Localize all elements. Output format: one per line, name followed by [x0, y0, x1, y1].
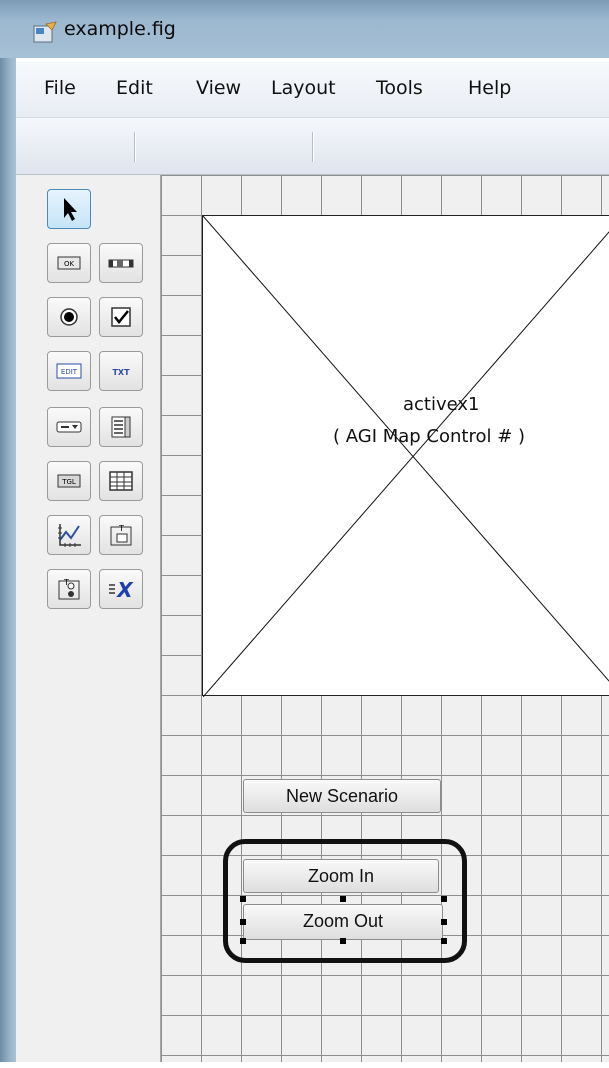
push-button-icon: OK: [57, 256, 81, 270]
menu-help[interactable]: Help: [468, 77, 511, 99]
axes-icon: [58, 524, 81, 547]
resize-handle[interactable]: [340, 896, 346, 902]
menu-edit[interactable]: Edit: [116, 77, 153, 99]
toggle-label: TGL: [61, 478, 76, 486]
tool-table[interactable]: [99, 461, 143, 501]
tool-checkbox[interactable]: [99, 297, 143, 337]
table-icon: [109, 471, 133, 491]
tool-listbox[interactable]: [99, 407, 143, 447]
window-title: example.fig: [64, 18, 176, 40]
activex-name-label: activex1: [403, 394, 480, 415]
menu-layout[interactable]: Layout: [271, 77, 336, 99]
radio-button-icon: [60, 308, 78, 326]
fig-file-icon: [33, 21, 57, 43]
new-scenario-button[interactable]: New Scenario: [243, 779, 441, 813]
panel-icon: T: [110, 524, 132, 546]
tool-edit-text[interactable]: EDIT: [47, 351, 91, 391]
layout-canvas[interactable]: activex1 ( AGI Map Control # ) New Scena…: [161, 175, 609, 1068]
tool-radio-button[interactable]: [47, 297, 91, 337]
resize-handle[interactable]: [340, 938, 346, 944]
window-left-border: [0, 58, 16, 1068]
tool-static-text[interactable]: TXT: [99, 351, 143, 391]
resize-handle[interactable]: [441, 919, 447, 925]
checkbox-icon: [111, 307, 131, 327]
tool-activex-control[interactable]: X: [99, 569, 143, 609]
activex-placeholder-cross: [203, 216, 609, 697]
activex-control-icon: X: [109, 578, 134, 602]
select-arrow-icon: [64, 198, 77, 221]
tool-select[interactable]: [47, 189, 91, 229]
toggle-button-icon: TGL: [57, 474, 81, 488]
edit-text-label: EDIT: [61, 368, 78, 376]
edit-text-icon: EDIT: [56, 363, 82, 379]
tool-slider[interactable]: [99, 243, 143, 283]
resize-handle[interactable]: [240, 919, 246, 925]
panel-t-label: T: [118, 524, 124, 533]
resize-handle[interactable]: [240, 938, 246, 944]
slider-icon: [108, 259, 134, 268]
listbox-icon: [111, 416, 131, 438]
menu-bar: File Edit View Layout Tools Help: [16, 62, 609, 118]
component-palette: OK EDIT TXT TGL T T X: [16, 175, 161, 1068]
static-text-label: TXT: [112, 368, 130, 377]
tool-push-button[interactable]: OK: [47, 243, 91, 283]
tool-button-group[interactable]: T: [47, 569, 91, 609]
menu-tools[interactable]: Tools: [376, 77, 423, 99]
toolbar-separator: [312, 132, 314, 162]
tool-panel[interactable]: T: [99, 515, 143, 555]
activex-x-label: X: [115, 578, 134, 602]
resize-handle[interactable]: [441, 938, 447, 944]
window-titlebar: example.fig: [0, 0, 609, 58]
toolbar-separator: [134, 132, 136, 162]
toolbar: [16, 118, 609, 277]
menu-file[interactable]: File: [44, 77, 76, 99]
menu-view[interactable]: View: [196, 77, 241, 99]
resize-handle[interactable]: [441, 896, 447, 902]
tool-axes[interactable]: [47, 515, 91, 555]
tool-toggle-button[interactable]: TGL: [47, 461, 91, 501]
window-bottom-border: [0, 1062, 609, 1068]
push-button-ok-label: OK: [64, 260, 75, 268]
static-text-icon: TXT: [112, 368, 130, 377]
popup-menu-icon: [56, 421, 82, 433]
zoom-in-button[interactable]: Zoom In: [243, 859, 439, 893]
tool-popup-menu[interactable]: [47, 407, 91, 447]
button-group-icon: T: [58, 578, 80, 600]
zoom-out-button[interactable]: Zoom Out: [243, 904, 443, 940]
activex-map-control[interactable]: activex1 ( AGI Map Control # ): [202, 215, 609, 697]
activex-type-label: ( AGI Map Control # ): [333, 426, 526, 447]
resize-handle[interactable]: [240, 896, 246, 902]
